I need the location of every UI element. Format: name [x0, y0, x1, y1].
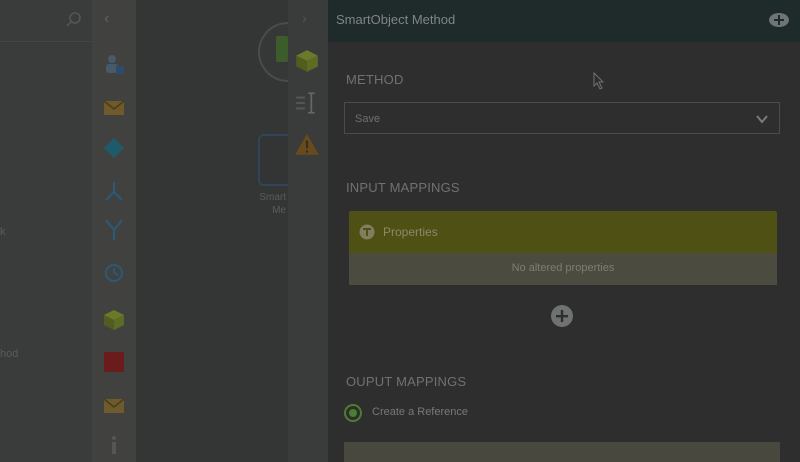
output-mappings-label: OUPUT MAPPINGS [346, 374, 467, 389]
panel-title: SmartObject Method [336, 12, 456, 27]
email-icon[interactable] [102, 394, 126, 418]
properties-header[interactable]: Properties [349, 211, 777, 253]
chevron-right-icon[interactable]: › [302, 10, 307, 26]
chevron-down-icon [756, 115, 768, 124]
panel-header: SmartObject Method [328, 0, 800, 42]
warning-icon[interactable] [294, 132, 320, 158]
info-icon[interactable] [102, 432, 126, 456]
properties-icon [359, 224, 375, 240]
output-mapping-card [344, 442, 780, 462]
left-panel: k hod [0, 0, 92, 462]
method-selected-value: Save [355, 113, 381, 125]
node-label-line2: Me [272, 205, 286, 216]
radio-selected-dot [349, 409, 357, 417]
node-label-line1: Smart [259, 192, 286, 203]
decision-icon[interactable] [102, 136, 126, 160]
smartobject-icon[interactable] [294, 48, 320, 74]
input-mappings-label: INPUT MAPPINGS [346, 180, 460, 195]
text-cursor-icon[interactable] [294, 90, 320, 116]
left-panel-fragment: k [0, 226, 6, 238]
properties-title: Properties [383, 225, 438, 239]
create-reference-option[interactable]: Create a Reference [344, 402, 544, 422]
method-select[interactable]: Save [344, 102, 780, 134]
user-task-icon[interactable] [102, 52, 126, 76]
left-panel-node-fragment: hod [0, 348, 19, 360]
chevron-left-icon[interactable]: ‹ [104, 10, 120, 30]
add-mapping-icon[interactable] [550, 304, 574, 328]
create-reference-label: Create a Reference [372, 406, 468, 418]
add-circle-icon[interactable] [768, 12, 790, 28]
stop-icon[interactable] [102, 350, 126, 374]
start-node-marker [276, 36, 288, 62]
email-icon[interactable] [102, 96, 126, 120]
properties-body: No altered properties [349, 253, 777, 285]
timer-icon[interactable] [102, 260, 126, 284]
split-icon[interactable] [102, 180, 126, 204]
mouse-cursor-icon [593, 72, 605, 90]
search-icon[interactable] [64, 10, 84, 30]
properties-panel: SmartObject Method METHOD Save INPUT MAP… [328, 0, 800, 462]
smartobject-icon[interactable] [102, 308, 126, 332]
properties-empty-message: No altered properties [511, 262, 615, 274]
method-section-label: METHOD [346, 72, 404, 87]
create-reference-radio[interactable] [344, 404, 362, 422]
merge-icon[interactable] [102, 218, 126, 242]
properties-card: Properties No altered properties [349, 211, 777, 285]
